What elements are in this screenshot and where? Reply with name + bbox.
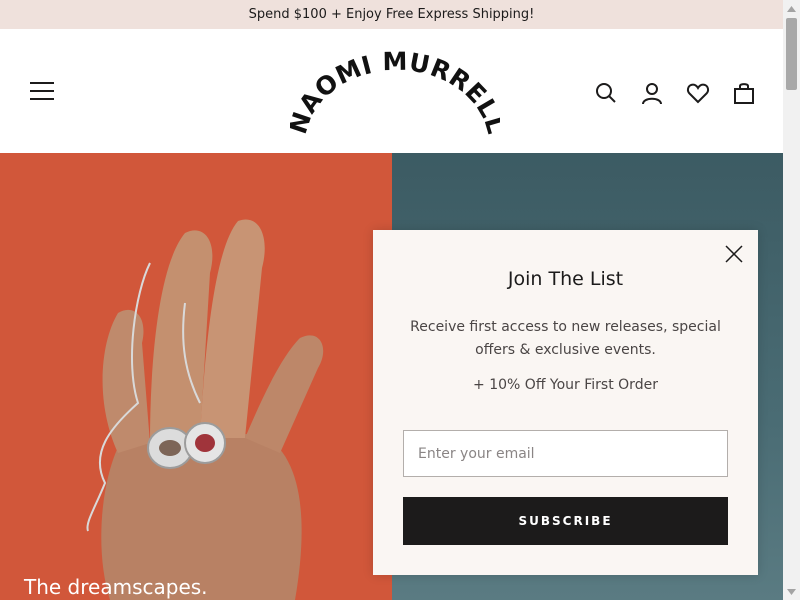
account-icon[interactable] (640, 81, 664, 105)
hero-caption: The dreamscapes. (24, 575, 208, 599)
site-header: NAOMI MURRELL (0, 29, 783, 153)
search-icon[interactable] (594, 81, 618, 105)
newsletter-popup: Join The List Receive first access to ne… (373, 230, 758, 575)
announcement-bar: Spend $100 + Enjoy Free Express Shipping… (0, 0, 783, 29)
logo-text: NAOMI MURRELL (290, 47, 500, 137)
page-scrollbar[interactable] (783, 0, 800, 600)
close-icon[interactable] (724, 244, 744, 264)
popup-offer: + 10% Off Your First Order (473, 377, 658, 393)
cart-bag-icon[interactable] (732, 81, 756, 105)
subscribe-button[interactable]: SUBSCRIBE (403, 497, 728, 545)
hero-hand-image (86, 219, 324, 600)
brand-logo[interactable]: NAOMI MURRELL (283, 47, 510, 147)
scroll-up-arrow-icon[interactable] (783, 0, 800, 17)
scroll-down-arrow-icon[interactable] (783, 583, 800, 600)
popup-title: Join The List (507, 268, 624, 290)
announcement-text: Spend $100 + Enjoy Free Express Shipping… (248, 7, 535, 22)
wishlist-heart-icon[interactable] (686, 81, 710, 105)
email-input[interactable] (403, 430, 728, 477)
menu-icon[interactable] (30, 82, 54, 100)
scrollbar-thumb[interactable] (786, 18, 797, 90)
popup-description: Receive first access to new releases, sp… (410, 319, 721, 358)
